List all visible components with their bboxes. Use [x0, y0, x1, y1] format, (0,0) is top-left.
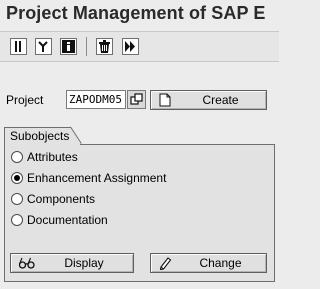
where-used-icon [38, 41, 48, 52]
display-subobject-button[interactable]: Display [10, 253, 134, 273]
pencil-icon [159, 257, 172, 270]
change-button-label: Change [199, 256, 242, 270]
change-subobject-button[interactable]: Change [150, 253, 267, 273]
create-button-label: Create [202, 93, 239, 107]
application-toolbar [0, 31, 279, 62]
info-icon [62, 40, 75, 53]
title-bar: Project Management of SAP E [0, 0, 279, 31]
radio-button[interactable] [11, 151, 23, 163]
delete-button[interactable] [96, 38, 113, 55]
project-input[interactable]: ZAPODM05 [66, 90, 126, 109]
execute-button[interactable] [122, 38, 139, 55]
value-help-icon [130, 93, 143, 105]
page-title: Project Management of SAP E [6, 3, 266, 23]
radio-label: Documentation [27, 213, 108, 227]
subobjects-title: Subobjects [10, 129, 70, 143]
radio-label: Attributes [27, 150, 78, 164]
display-icon [15, 41, 21, 52]
radio-label: Enhancement Assignment [27, 171, 167, 185]
create-button[interactable]: Create [150, 90, 267, 110]
new-document-icon [159, 93, 171, 107]
toolbar-separator [86, 37, 87, 56]
value-help-button[interactable] [127, 90, 146, 109]
display-button-label: Display [64, 256, 104, 270]
delete-icon [99, 40, 110, 53]
info-button[interactable] [60, 38, 77, 55]
glasses-icon [18, 257, 35, 269]
project-label: Project [6, 93, 44, 107]
radio-selected-dot [14, 175, 20, 181]
execute-icon [125, 41, 135, 52]
display-button[interactable] [10, 38, 27, 55]
radio-button[interactable] [11, 172, 23, 184]
radio-label: Components [27, 192, 96, 206]
radio-button[interactable] [11, 214, 23, 226]
where-used-button[interactable] [35, 38, 52, 55]
radio-button[interactable] [11, 193, 23, 205]
